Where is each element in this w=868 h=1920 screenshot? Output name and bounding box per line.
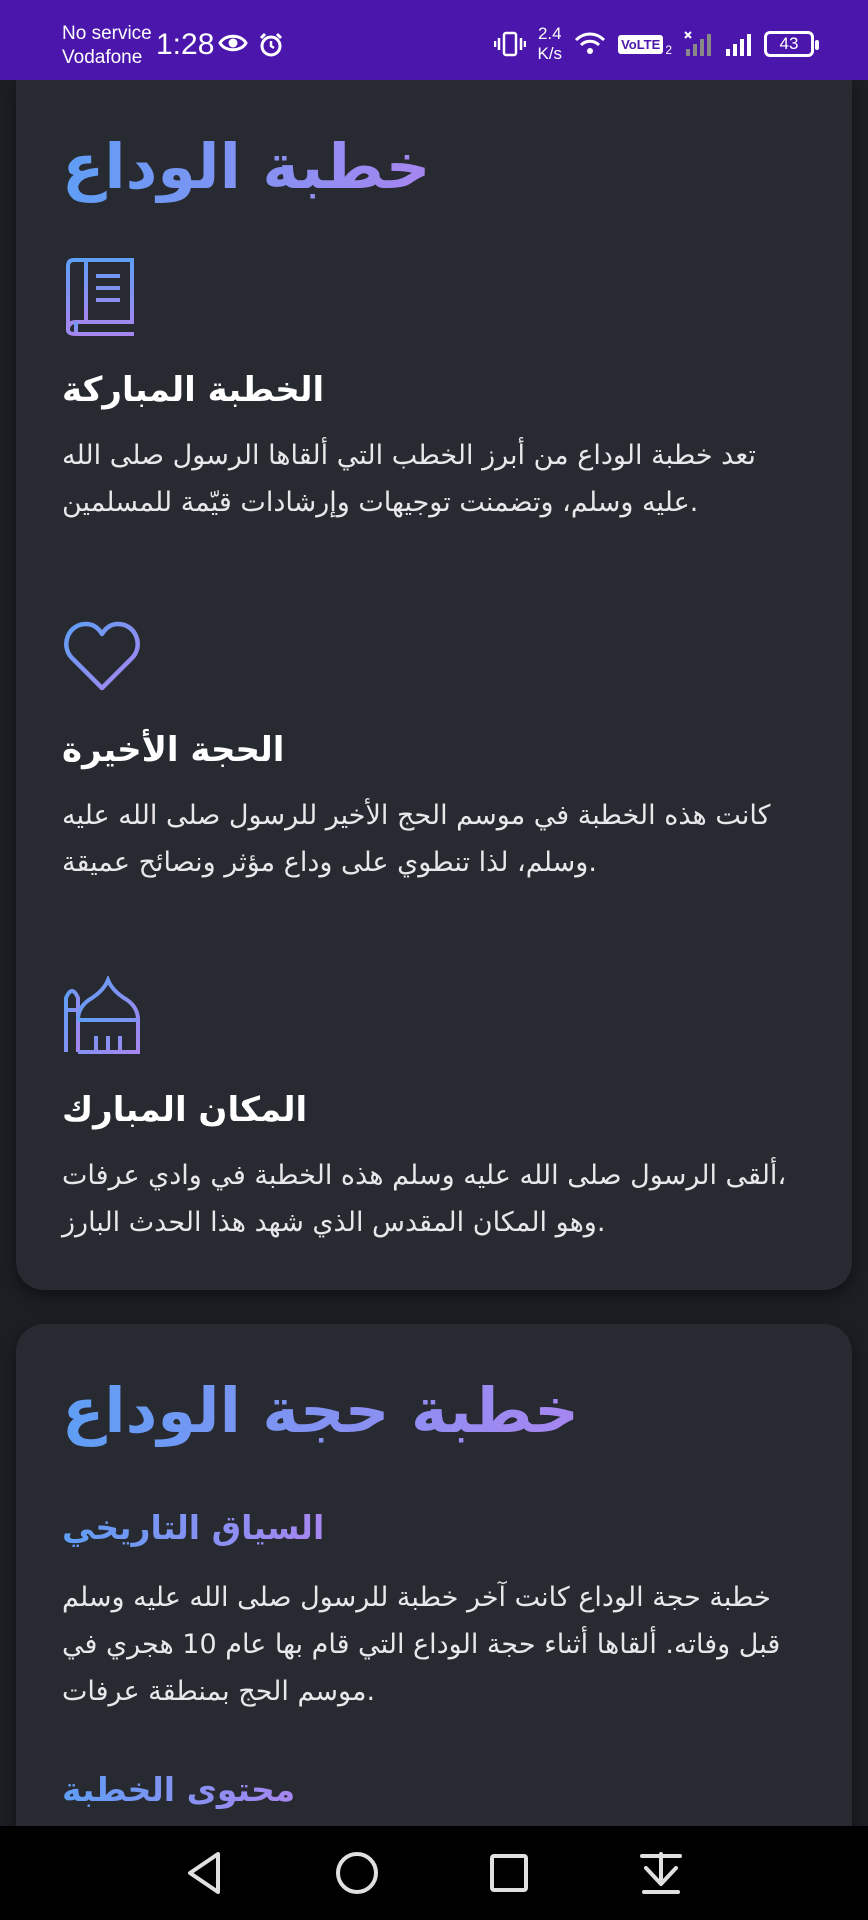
alarm-icon <box>259 32 283 57</box>
feature-text-line: عليه وسلم، وتضمنت توجيهات وإرشادات قيّمة… <box>62 487 699 518</box>
speed-unit: K/s <box>537 44 563 63</box>
notification-pulldown-button[interactable] <box>636 1848 686 1898</box>
history-text-line: موسم الحج بمنطقة عرفات. <box>62 1676 376 1707</box>
vibrate-icon <box>493 31 526 57</box>
feature-text: ألقى الرسول صلى الله عليه وسلم هذه الخطب… <box>62 1152 822 1246</box>
battery-icon: 43 <box>764 31 819 57</box>
feature-text: كانت هذه الخطبة في موسم الحج الأخير للرس… <box>62 792 822 886</box>
system-nav-bar <box>0 1826 868 1920</box>
status-time: 1:28 <box>156 28 215 61</box>
content-scroll[interactable]: خطبة الوداع الخطبة المباركة تعد خطبة الو… <box>0 80 868 1826</box>
mosque-icon <box>64 976 140 1054</box>
sim-index: 2 <box>665 43 672 57</box>
status-bar: No service Vodafone 1:28 2.4 K/s VoLTE 2 <box>0 0 868 80</box>
network-speed: 2.4 K/s <box>538 24 563 64</box>
history-text: خطبة حجة الوداع كانت آخر خطبة للرسول صلى… <box>62 1574 822 1715</box>
back-button[interactable] <box>180 1848 230 1898</box>
hajj-farewell-card: خطبة حجة الوداع السياق التاريخي خطبة حجة… <box>16 1324 852 1826</box>
feature-text: تعد خطبة الوداع من أبرز الخطب التي ألقاه… <box>62 432 822 526</box>
eye-icon <box>218 34 248 52</box>
feature-text-line: ألقى الرسول صلى الله عليه وسلم هذه الخطب… <box>62 1160 787 1191</box>
card-title: خطبة حجة الوداع <box>62 1374 579 1447</box>
volte-badge: VoLTE <box>618 34 664 54</box>
section-title-history: السياق التاريخي <box>62 1508 325 1547</box>
feature-title: المكان المبارك <box>62 1090 308 1130</box>
signal-sim2-icon <box>684 31 711 56</box>
feature-text-line: وسلم، لذا تنطوي على وداع مؤثر ونصائح عمي… <box>62 847 597 878</box>
carrier-info: No service Vodafone <box>62 22 152 70</box>
history-text-line: قبل وفاته. ألقاها أثناء حجة الوداع التي … <box>62 1629 781 1660</box>
carrier-line1: No service <box>62 23 152 44</box>
feature-title: الخطبة المباركة <box>62 370 325 410</box>
wifi-icon <box>575 32 606 54</box>
farewell-sermon-card: خطبة الوداع الخطبة المباركة تعد خطبة الو… <box>16 80 852 1290</box>
signal-icon <box>726 34 751 56</box>
history-text-line: خطبة حجة الوداع كانت آخر خطبة للرسول صلى… <box>62 1582 771 1613</box>
feature-text-line: وهو المكان المقدس الذي شهد هذا الحدث الب… <box>62 1207 606 1238</box>
recents-button[interactable] <box>484 1848 534 1898</box>
card-title: خطبة الوداع <box>62 130 431 203</box>
section-title-content: محتوى الخطبة <box>62 1770 296 1809</box>
feature-text-line: تعد خطبة الوداع من أبرز الخطب التي ألقاه… <box>62 440 756 471</box>
book-icon <box>66 258 134 336</box>
feature-title: الحجة الأخيرة <box>62 730 285 770</box>
speed-value: 2.4 <box>537 24 562 43</box>
heart-icon <box>64 621 140 691</box>
home-button[interactable] <box>332 1848 382 1898</box>
feature-text-line: كانت هذه الخطبة في موسم الحج الأخير للرس… <box>62 800 771 831</box>
carrier-line2: Vodafone <box>62 47 143 68</box>
